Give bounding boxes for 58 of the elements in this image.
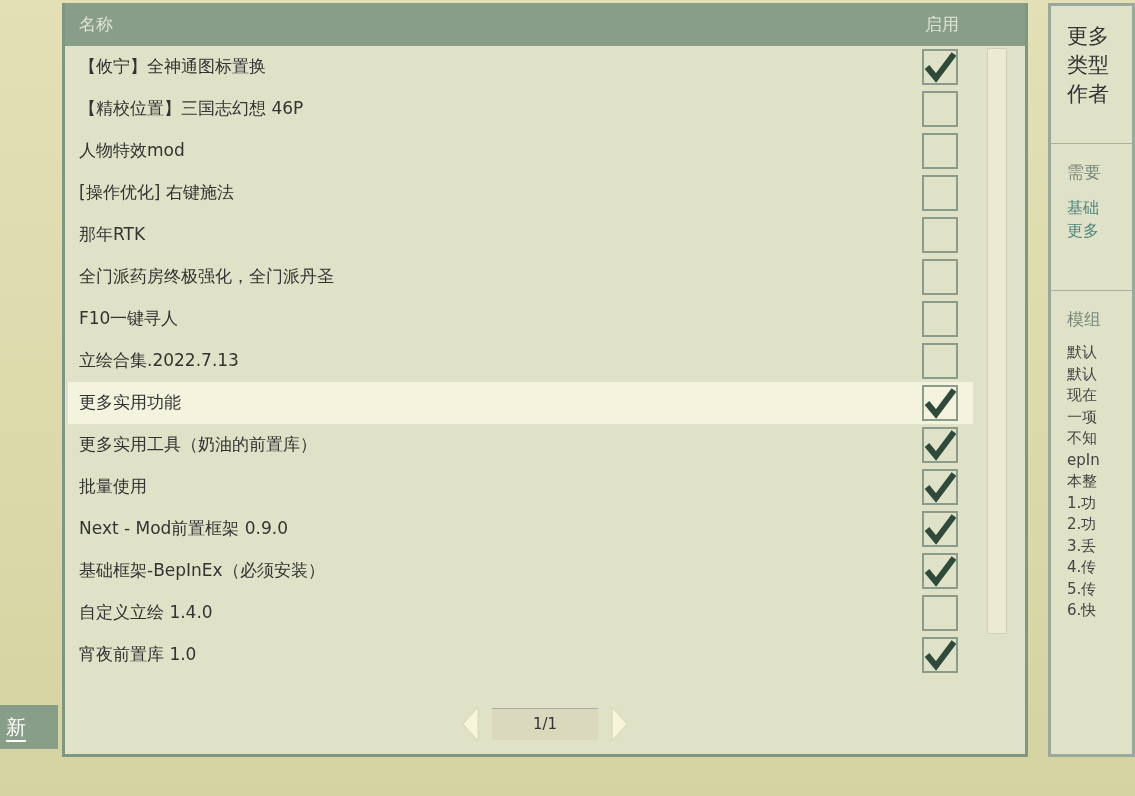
selected-row-highlight[interactable]: 更多实用功能 <box>68 382 973 424</box>
checkbox[interactable] <box>922 259 958 295</box>
mod-name: F10一键寻人 <box>79 307 180 331</box>
next-page-icon[interactable] <box>610 706 630 742</box>
mod-name: 【攸宁】全神通图标置换 <box>79 55 267 79</box>
checkbox[interactable] <box>922 595 958 631</box>
mod-name: 自定义立绘 1.4.0 <box>79 601 214 625</box>
mod-name: 人物特效mod <box>79 139 186 163</box>
description-text: 现在 <box>1067 385 1098 406</box>
description-text: 默认 <box>1067 342 1098 363</box>
checkbox[interactable] <box>922 637 958 673</box>
info-text: 更多 <box>1067 23 1110 50</box>
checkbox[interactable] <box>922 175 958 211</box>
checkbox[interactable] <box>922 217 958 253</box>
page-indicator: 1/1 <box>492 708 598 740</box>
checkbox[interactable] <box>922 511 958 547</box>
mod-name: 立绘合集.2022.7.13 <box>79 349 240 373</box>
section-heading: 需要 <box>1067 161 1102 184</box>
description-text: 2.功 <box>1067 514 1098 535</box>
previous-page-icon[interactable] <box>460 706 480 742</box>
section-heading: 模组 <box>1067 307 1102 331</box>
mod-name: [操作优化] 右键施法 <box>79 181 235 205</box>
description-text: 1.功 <box>1067 492 1098 514</box>
checkbox[interactable] <box>922 133 958 169</box>
description-text: epIn <box>1067 449 1101 471</box>
checkbox[interactable] <box>922 343 958 379</box>
info-text: 作者 <box>1067 81 1110 108</box>
checkbox[interactable] <box>922 553 958 589</box>
description-text: 5.传 <box>1067 578 1098 600</box>
mod-name: 更多实用工具（奶油的前置库） <box>79 433 318 457</box>
description-text: 不知 <box>1067 428 1098 449</box>
checkbox[interactable] <box>922 301 958 337</box>
scrollbar[interactable] <box>987 48 1007 634</box>
info-text: 类型 <box>1067 52 1110 79</box>
column-header: 启用 <box>925 12 960 36</box>
mod-name: 【精校位置】三国志幻想 46P <box>79 97 305 121</box>
mod-name: 全门派药房终极强化，全门派丹圣 <box>79 265 335 289</box>
description-text: 默认 <box>1067 363 1098 385</box>
description-text: 本整 <box>1067 471 1098 492</box>
mod-name: 更多实用功能 <box>79 391 182 415</box>
refresh-button[interactable]: 新 <box>0 705 58 749</box>
description-text: 3.丢 <box>1067 535 1098 557</box>
checkbox[interactable] <box>922 469 958 505</box>
checkbox[interactable] <box>922 91 958 127</box>
checkbox[interactable] <box>922 49 958 85</box>
mod-name: 基础框架-BepInEx（必须安装） <box>79 559 326 583</box>
mod-name: 那年RTK <box>79 223 147 247</box>
column-header: 名称 <box>79 12 114 36</box>
mod-name: 宵夜前置库 1.0 <box>79 643 198 667</box>
checkbox[interactable] <box>922 385 958 421</box>
dependency-link[interactable]: 基础 <box>1067 195 1132 219</box>
description-text: 4.传 <box>1067 557 1098 578</box>
description-text: 一项 <box>1067 406 1098 428</box>
checkbox[interactable] <box>922 427 958 463</box>
dependency-link[interactable]: 更多 <box>1067 218 1132 242</box>
mod-name: 批量使用 <box>79 475 148 499</box>
mod-name: Next - Mod前置框架 0.9.0 <box>79 517 290 541</box>
description-text: 6.快 <box>1067 600 1098 621</box>
